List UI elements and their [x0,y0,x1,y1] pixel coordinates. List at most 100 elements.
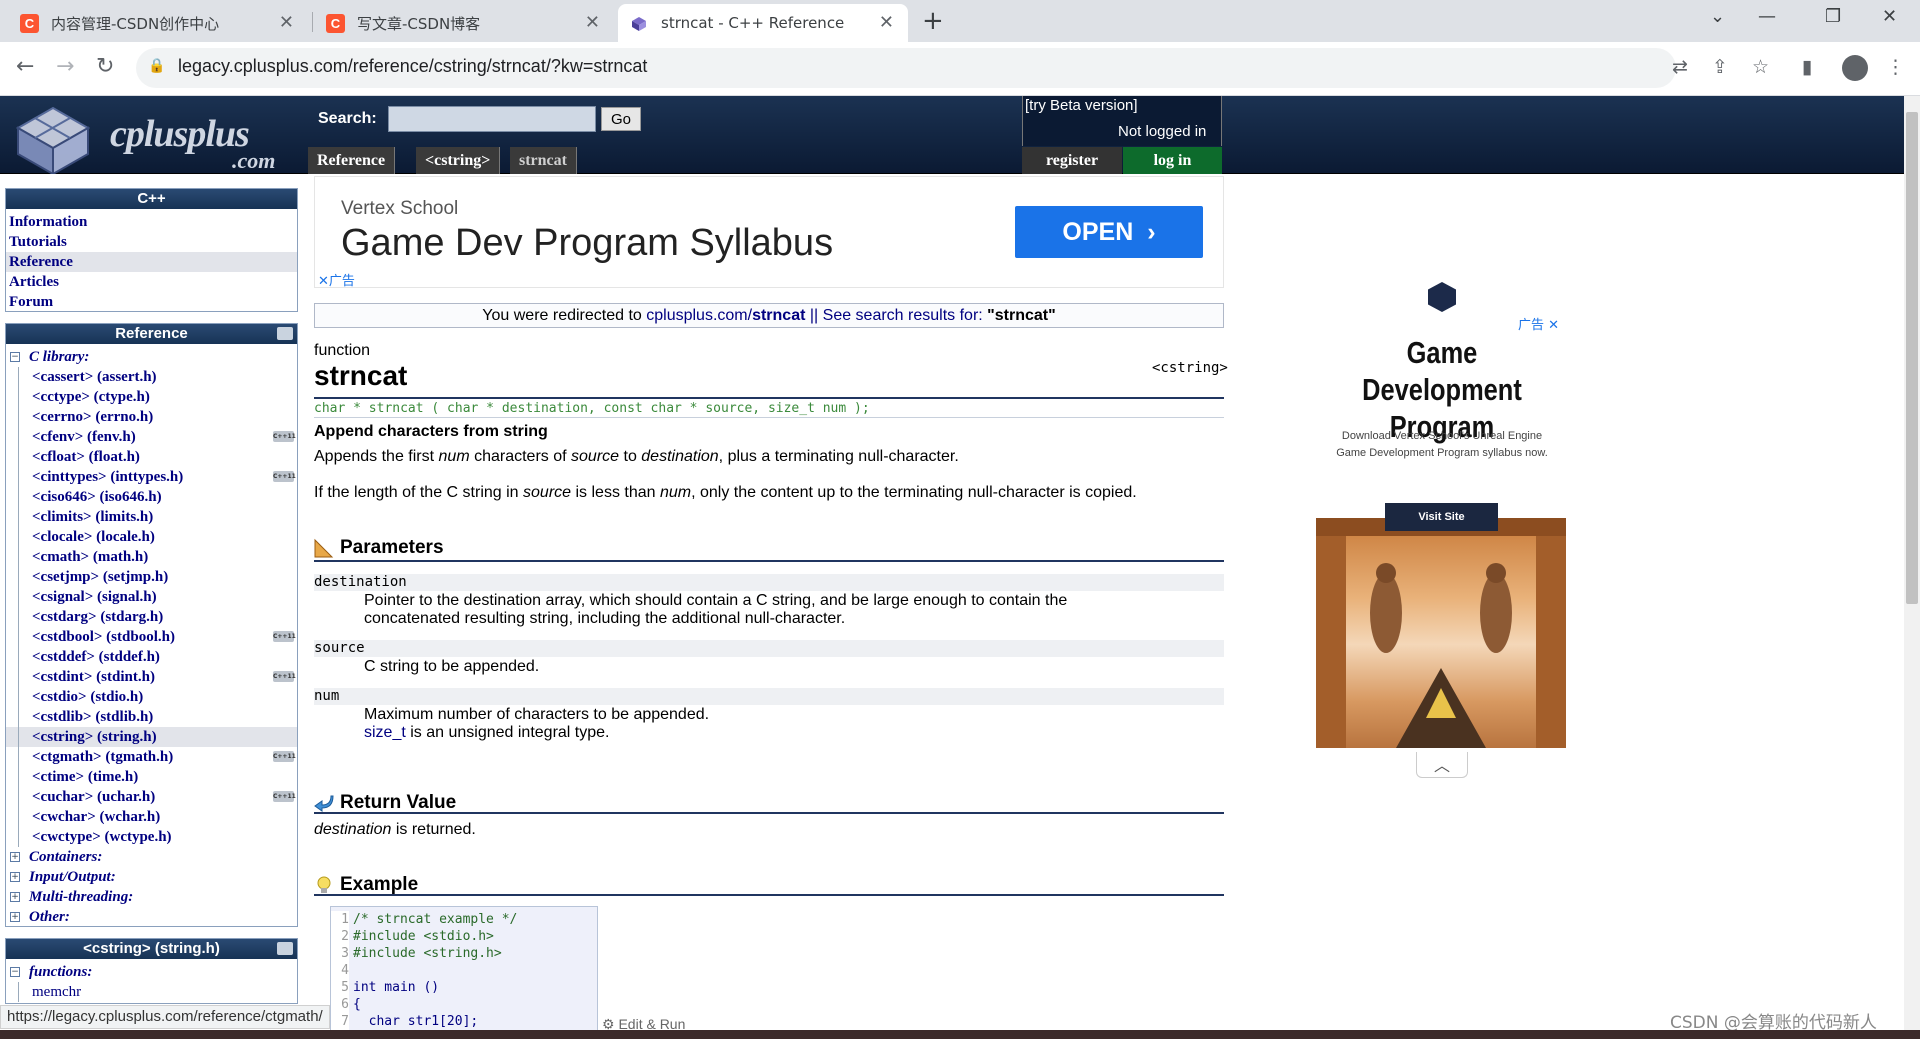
header-item-label: <cstring> (string.h) [32,729,157,745]
sidebar-item-forum[interactable]: Forum [6,292,297,312]
sidebar-header-item[interactable]: <cmath> (math.h) [6,547,297,567]
sidebar-header-item[interactable]: <ctime> (time.h) [6,767,297,787]
visit-site-button[interactable]: Visit Site [1385,503,1498,531]
sidebar-header-item[interactable]: <climits> (limits.h) [6,507,297,527]
browser-tab-csdn-write[interactable]: C 写文章-CSDN博客 ✕ [314,4,614,42]
sidebar-header-item[interactable]: <cctype> (ctype.h) [6,387,297,407]
sidebar-header-item[interactable]: <cerrno> (errno.h) [6,407,297,427]
sidebar-header-item[interactable]: <csignal> (signal.h) [6,587,297,607]
maximize-icon[interactable]: ❐ [1825,6,1841,27]
ad-brand[interactable]: Vertex School [341,198,458,220]
logo-text[interactable]: cplusplus [110,112,250,156]
sidebar-header-item[interactable]: <cstring> (string.h) [6,727,297,747]
sidebar-item-information[interactable]: Information [6,212,297,232]
ad-open-button[interactable]: OPEN › [1015,206,1203,258]
sidebar-item-reference[interactable]: Reference [6,252,297,272]
collapse-icon[interactable]: − [10,967,20,977]
header-item-label: <cinttypes> (inttypes.h) [32,469,184,485]
sidebar-header-item[interactable]: <cstdlib> (stdlib.h) [6,707,297,727]
right-ad-image[interactable] [1316,518,1566,748]
ad-title[interactable]: Game Dev Program Syllabus [341,222,833,265]
close-ad-icon[interactable]: ✕ [318,274,329,289]
menu-kebab-icon[interactable]: ⋮ [1886,56,1905,78]
close-tab-icon[interactable]: ✕ [585,12,600,33]
go-button[interactable]: Go [601,107,641,131]
logo-com-text[interactable]: .com [232,148,275,174]
translate-icon[interactable]: ⇄ [1672,56,1688,78]
collapsed-label: Multi-threading: [29,889,134,905]
browser-tab-csdn-content[interactable]: C 内容管理-CSDN创作中心 ✕ [8,4,308,42]
redirect-link[interactable]: cplusplus.com/strncat [646,307,805,324]
browser-tab-strncat[interactable]: strncat - C++ Reference ✕ [618,4,908,42]
register-button[interactable]: register [1022,147,1122,174]
sidebar-header-item[interactable]: <ciso646> (iso646.h) [6,487,297,507]
sidebar-header-item[interactable]: <cwchar> (wchar.h) [6,807,297,827]
library-view-icon[interactable] [277,327,293,340]
sidebar-header-item[interactable]: <clocale> (locale.h) [6,527,297,547]
right-ad-subtitle[interactable]: Download Vertex School's Unreal Engine Ga… [1312,428,1572,462]
description-para-1: Appends the first num characters of sour… [314,448,959,465]
sidebar-header-item[interactable]: <cuchar> (uchar.h) C++11 [6,787,297,807]
reload-icon[interactable]: ↻ [96,54,114,79]
other-toggle[interactable]: + Other: [6,907,297,927]
sidebar-header-item[interactable]: <cinttypes> (inttypes.h) C++11 [6,467,297,487]
sidebar-header-item[interactable]: <cstddef> (stddef.h) [6,647,297,667]
sidebar-item-articles[interactable]: Articles [6,272,297,292]
multi-threading-toggle[interactable]: + Multi-threading: [6,887,297,907]
chevron-up-icon[interactable]: ︿ [1416,752,1468,778]
scrollbar-thumb[interactable] [1906,112,1918,604]
try-beta-link[interactable]: [try Beta version] [1025,97,1138,114]
breadcrumb-strncat: strncat [510,147,577,174]
expand-icon[interactable]: + [10,872,20,882]
share-icon[interactable]: ⇪ [1712,56,1728,78]
close-window-icon[interactable]: ✕ [1882,6,1897,27]
search-input[interactable] [388,106,596,132]
functions-toggle[interactable]: − functions: [6,962,297,982]
url-text[interactable]: legacy.cplusplus.com/reference/cstring/s… [178,56,647,77]
sidebar-item-tutorials[interactable]: Tutorials [6,232,297,252]
bookmark-star-icon[interactable]: ☆ [1752,56,1769,78]
login-button[interactable]: log in [1123,147,1222,174]
c-library-toggle[interactable]: − C library: [6,347,297,367]
sidebar-header-item[interactable]: <cstdbool> (stdbool.h) C++11 [6,627,297,647]
code-example[interactable]: 1 /* strncat example */ 2 #include <stdio.h… [330,906,598,1036]
vertex-school-logo-icon[interactable] [1428,282,1456,312]
sidebar-header-item[interactable]: <csetjmp> (setjmp.h) [6,567,297,587]
ad-close-area[interactable]: ✕广告 [318,270,355,289]
breadcrumb-reference[interactable]: Reference [308,147,396,174]
param-desc-num: Maximum number of characters to be appen… [364,706,710,741]
new-tab-icon[interactable]: + [922,6,944,36]
profile-avatar[interactable] [1842,55,1868,81]
back-icon[interactable]: ← [16,54,34,79]
sidebar-header-item[interactable]: <cassert> (assert.h) [6,367,297,387]
header-item-label: <cfenv> (fenv.h) [32,429,136,445]
side-panel-icon[interactable]: ▮ [1802,56,1812,78]
example-divider [314,894,1224,896]
function-item-memchr[interactable]: memchr [6,982,297,1002]
sidebar-header-item[interactable]: <cfloat> (float.h) [6,447,297,467]
right-ad-label[interactable]: 广告 ✕ [1518,314,1559,333]
sidebar-header-item[interactable]: <cfenv> (fenv.h) C++11 [6,427,297,447]
sidebar-header-item[interactable]: <cstdio> (stdio.h) [6,687,297,707]
search-results-text[interactable]: || See search results for: [805,307,987,324]
sidebar-header-item[interactable]: <cstdarg> (stdarg.h) [6,607,297,627]
sidebar-header-item[interactable]: <cwctype> (wctype.h) [6,827,297,847]
size-t-link[interactable]: size_t [364,724,406,741]
close-ad-icon[interactable]: ✕ [1544,318,1559,333]
expand-icon[interactable]: + [10,912,20,922]
tab-search-chevron-icon[interactable]: ⌄ [1710,6,1725,27]
input-output-toggle[interactable]: + Input/Output: [6,867,297,887]
close-tab-icon[interactable]: ✕ [279,12,294,33]
expand-icon[interactable]: + [10,892,20,902]
minimize-icon[interactable]: — [1758,6,1776,27]
close-tab-icon[interactable]: ✕ [879,12,894,33]
breadcrumb-cstring[interactable]: <cstring> [416,147,501,174]
forward-icon[interactable]: → [56,54,74,79]
expand-icon[interactable]: + [10,852,20,862]
lock-icon[interactable]: 🔒 [148,58,165,74]
sidebar-header-item[interactable]: <ctgmath> (tgmath.h) C++11 [6,747,297,767]
library-view-icon[interactable] [277,942,293,955]
containers-toggle[interactable]: + Containers: [6,847,297,867]
sidebar-header-item[interactable]: <cstdint> (stdint.h) C++11 [6,667,297,687]
collapse-icon[interactable]: − [10,352,20,362]
